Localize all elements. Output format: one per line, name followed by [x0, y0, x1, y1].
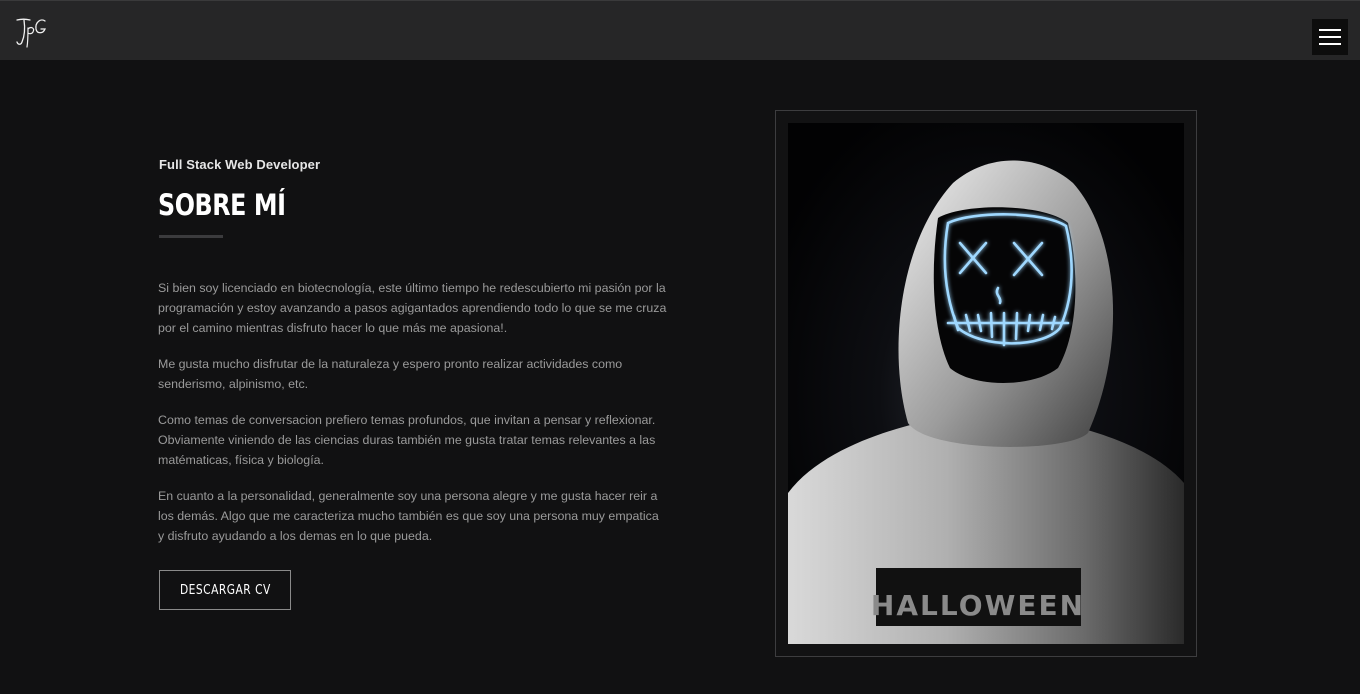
top-navbar: [0, 0, 1360, 60]
hamburger-menu-icon[interactable]: [1312, 19, 1348, 55]
download-cv-label: DESCARGAR CV: [179, 582, 271, 598]
profile-photo-frame: HALLOWEEN: [775, 110, 1197, 657]
about-paragraph: Como temas de conversacion prefiero tema…: [158, 413, 656, 467]
profile-photo: HALLOWEEN: [788, 123, 1184, 644]
menu-line: [1319, 43, 1341, 45]
section-title: SOBRE MÍ: [158, 188, 286, 222]
hooded-mask-figure-image: HALLOWEEN: [788, 123, 1184, 644]
title-divider: [159, 235, 223, 238]
section-subtitle: Full Stack Web Developer: [159, 157, 321, 172]
menu-line: [1319, 29, 1341, 31]
about-paragraph: Me gusta mucho disfrutar de la naturalez…: [158, 357, 623, 391]
about-paragraph: Si bien soy licenciado en biotecnología,…: [158, 281, 667, 335]
logo-icon[interactable]: [14, 15, 54, 49]
about-paragraph: En cuanto a la personalidad, generalment…: [158, 489, 659, 543]
shirt-print-text: HALLOWEEN: [871, 589, 1085, 622]
menu-line: [1319, 36, 1341, 38]
download-cv-button[interactable]: DESCARGAR CV: [159, 570, 291, 610]
